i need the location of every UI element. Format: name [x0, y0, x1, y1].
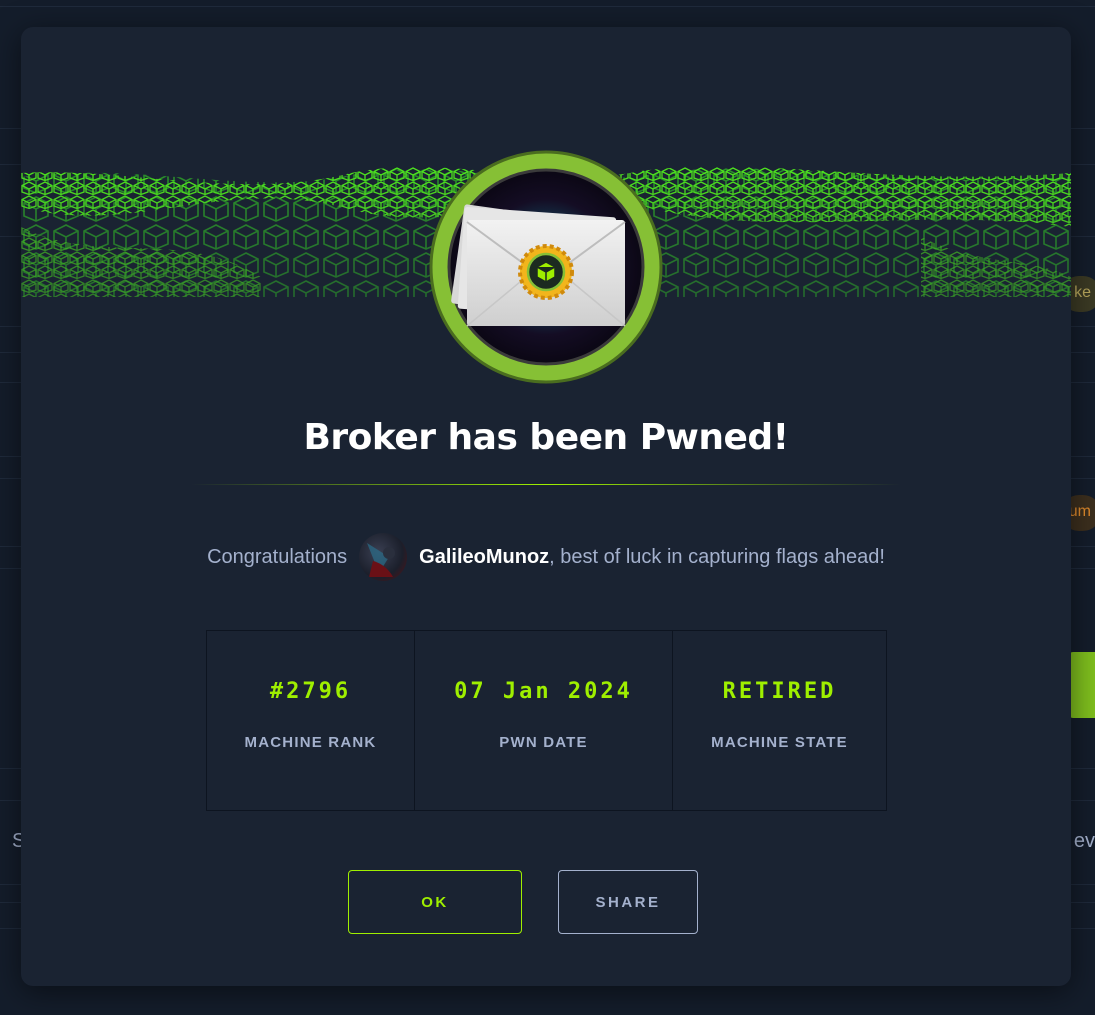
stat-label: MACHINE RANK — [244, 734, 377, 751]
user-avatar[interactable] — [359, 533, 408, 581]
congrats-prefix: Congratulations — [207, 545, 348, 568]
stat-machine-rank: #2796 MACHINE RANK — [207, 631, 415, 810]
ok-button[interactable]: OK — [348, 870, 522, 934]
envelope-with-badge-icon — [429, 150, 663, 384]
stat-value: 07 Jan 2024 — [454, 679, 633, 704]
stat-label: MACHINE STATE — [711, 734, 848, 751]
stat-value: #2796 — [269, 679, 352, 704]
title-divider — [191, 484, 901, 485]
congrats-message: Congratulations GalileoMunoz , best of l… — [21, 532, 1071, 582]
stat-machine-state: RETIRED MACHINE STATE — [673, 631, 886, 810]
modal-title: Broker has been Pwned! — [303, 417, 789, 458]
pwned-modal: Broker has been Pwned! Congratulations G… — [21, 27, 1071, 986]
share-button[interactable]: SHARE — [558, 870, 698, 934]
machine-avatar — [427, 148, 665, 386]
stat-label: PWN DATE — [499, 734, 588, 751]
user-avatar-image — [367, 543, 396, 577]
background-chip-text: um — [1068, 503, 1091, 520]
background-text: ev — [1073, 830, 1095, 852]
stat-value: RETIRED — [722, 679, 837, 704]
stat-pwn-date: 07 Jan 2024 PWN DATE — [415, 631, 673, 810]
username[interactable]: GalileoMunoz — [419, 546, 549, 569]
background-chip-text: ke — [1074, 284, 1091, 301]
background-button — [1069, 652, 1095, 718]
congrats-suffix: , best of luck in capturing flags ahead! — [549, 545, 885, 568]
stats-table: #2796 MACHINE RANK 07 Jan 2024 PWN DATE … — [206, 630, 887, 811]
